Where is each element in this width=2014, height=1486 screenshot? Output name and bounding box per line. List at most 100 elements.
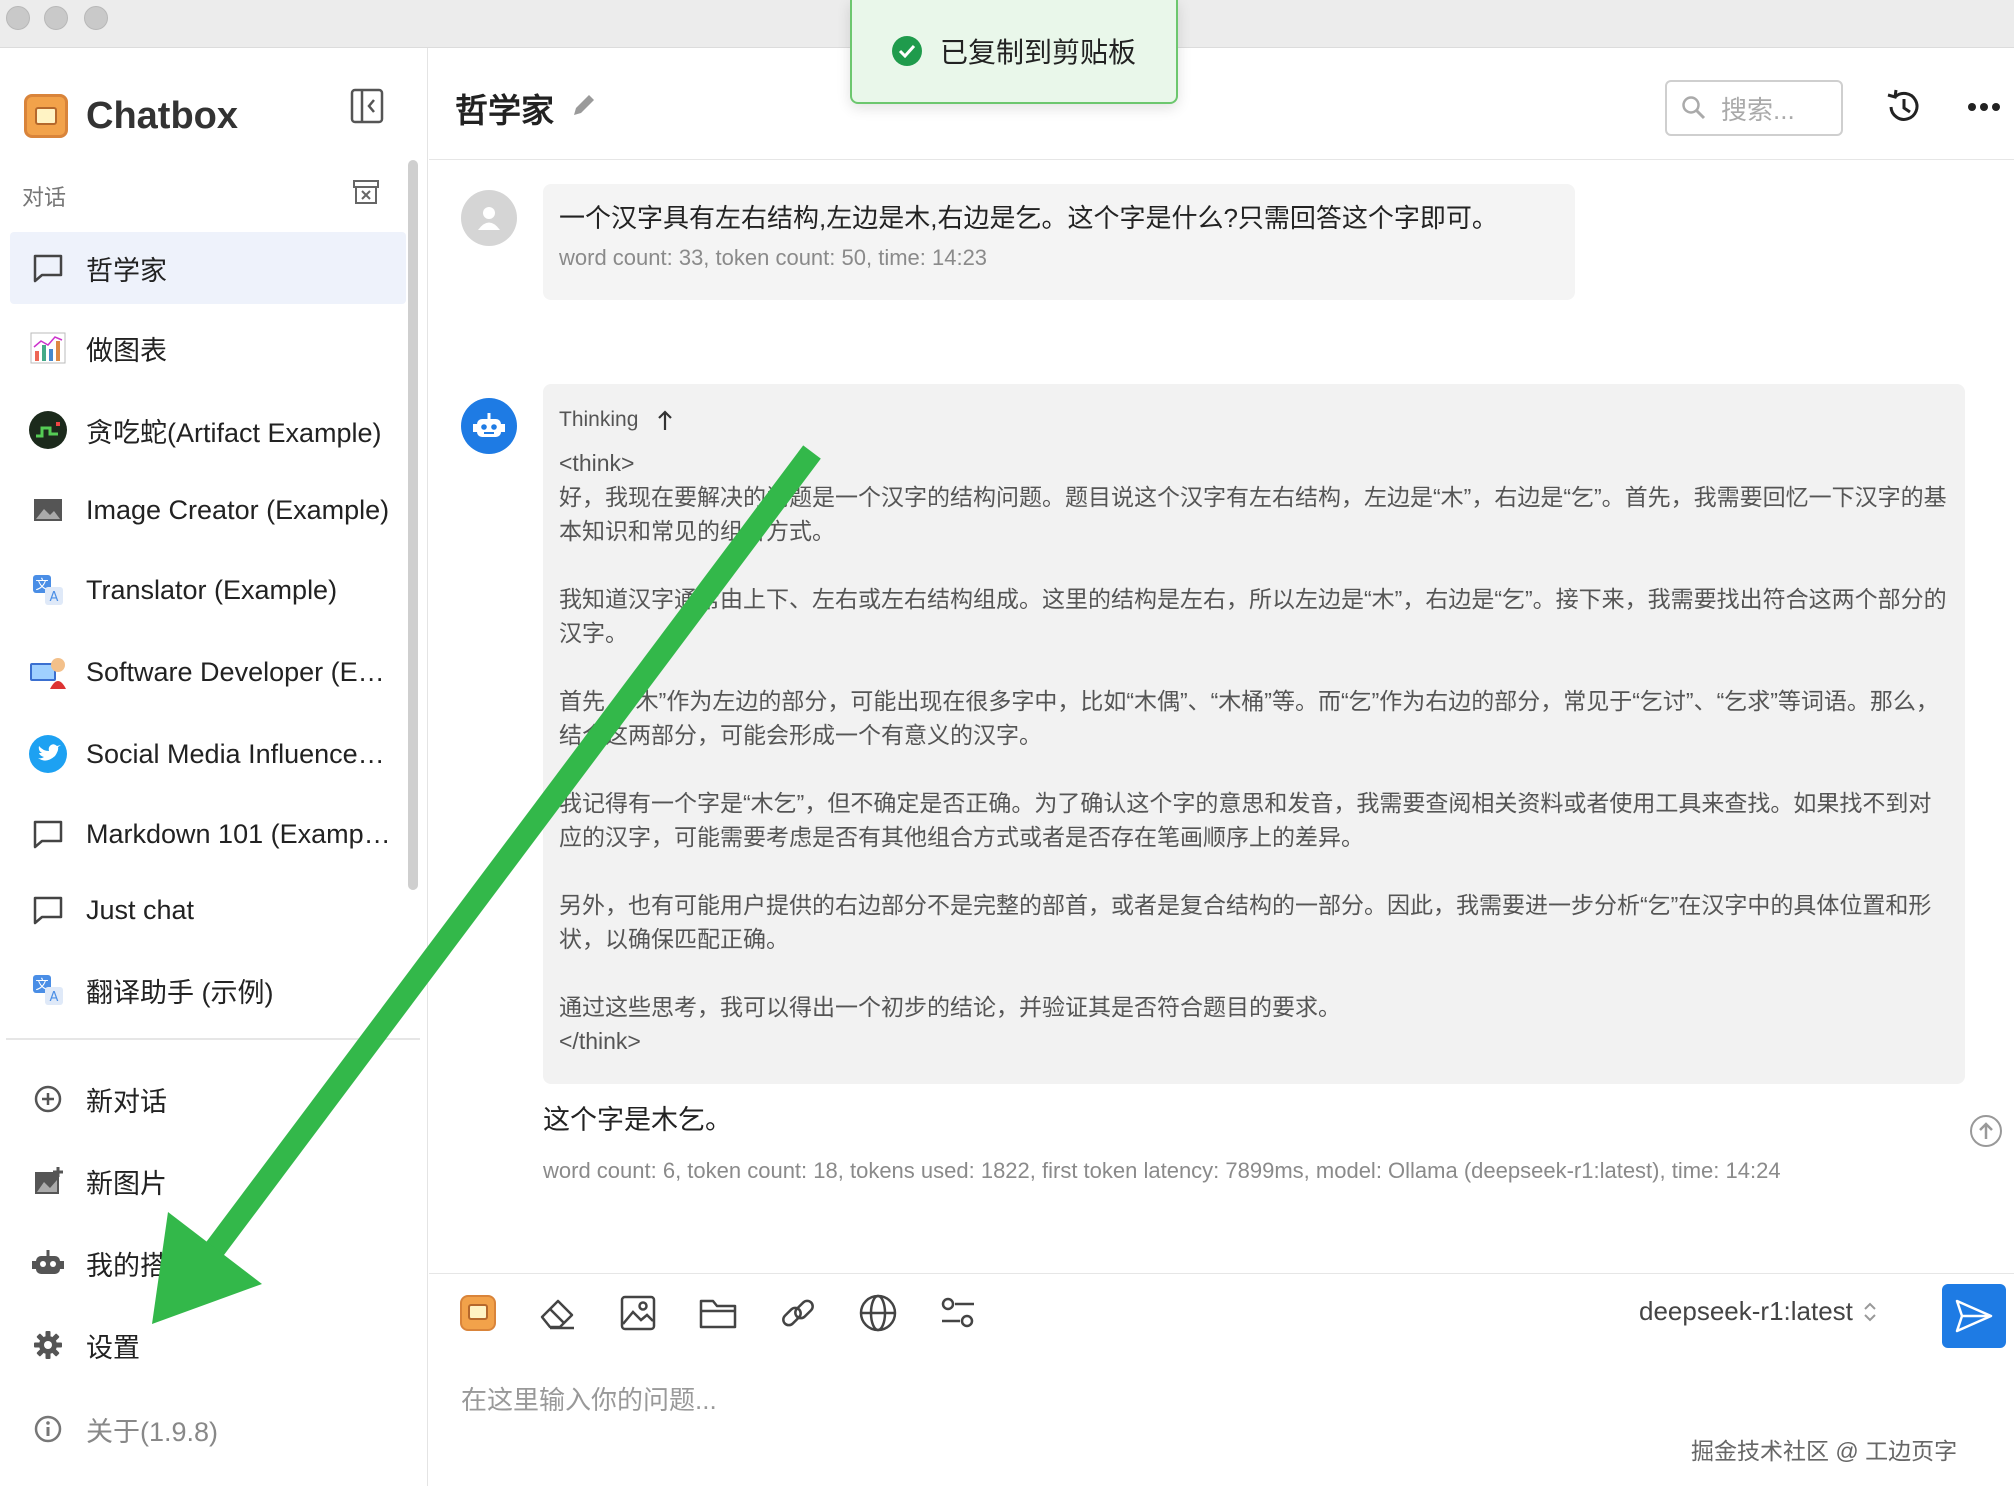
think-paragraph: 我知道汉字通常由上下、左右或左右结构组成。这里的结构是左右，所以左边是“木”，右… xyxy=(559,586,1947,646)
link-icon[interactable] xyxy=(773,1288,823,1338)
clear-conversations-icon[interactable] xyxy=(352,178,380,206)
search-icon xyxy=(1682,96,1706,120)
conversation-label: 贪吃蛇(Artifact Example) xyxy=(86,417,382,448)
conversation-item-translator[interactable]: 文A Translator (Example) xyxy=(10,554,406,626)
window-close-button[interactable] xyxy=(6,6,30,30)
brand: Chatbox xyxy=(24,86,238,146)
copied-toast: 已复制到剪贴板 xyxy=(850,0,1178,104)
menu-label: 设置 xyxy=(86,1332,140,1363)
conversation-item-translate-assistant[interactable]: 文A 翻译助手 (示例) xyxy=(10,954,406,1026)
conversation-label: Translator (Example) xyxy=(86,574,338,605)
think-paragraph: 首先，“木”作为左边的部分，可能出现在很多字中，比如“木偶”、“木桶”等。而“乞… xyxy=(559,688,1939,748)
sidebar-scrollbar[interactable] xyxy=(408,160,418,890)
window-zoom-button[interactable] xyxy=(84,6,108,30)
scroll-to-top-icon[interactable] xyxy=(1969,1114,2003,1148)
menu-label: 新对话 xyxy=(86,1086,167,1117)
conversation-item-snake[interactable]: 贪吃蛇(Artifact Example) xyxy=(10,394,406,466)
think-paragraph: 通过这些思考，我可以得出一个初步的结论，并验证其是否符合题目的要求。 xyxy=(559,994,1341,1020)
conversation-item-image-creator[interactable]: Image Creator (Example) xyxy=(10,474,406,546)
conversation-item-markdown[interactable]: Markdown 101 (Examp… xyxy=(10,798,406,870)
conversation-item-just-chat[interactable]: Just chat xyxy=(10,874,406,946)
add-image-icon xyxy=(28,1161,68,1201)
image-icon[interactable] xyxy=(613,1288,663,1338)
chat-title: 哲学家 xyxy=(455,92,554,129)
send-button[interactable] xyxy=(1942,1284,2006,1348)
conversation-item-philosopher[interactable]: 哲学家 xyxy=(10,232,406,304)
conversation-item-social-media[interactable]: Social Media Influence… xyxy=(10,718,406,790)
chat-bubble-icon xyxy=(28,814,68,854)
menu-label: 新图片 xyxy=(86,1168,167,1199)
svg-text:A: A xyxy=(50,590,59,605)
user-avatar xyxy=(461,190,517,246)
my-copilots-button[interactable]: 我的搭档 xyxy=(10,1228,406,1298)
person-icon xyxy=(478,207,500,230)
chart-icon xyxy=(28,328,68,368)
sidebar: Chatbox 对话 哲学家 做图表 贪吃蛇(Artifact Example) xyxy=(0,48,428,1486)
new-image-button[interactable]: 新图片 xyxy=(10,1146,406,1216)
history-icon[interactable] xyxy=(1883,86,1925,128)
send-icon xyxy=(1955,1299,1993,1333)
think-open-tag: <think> xyxy=(559,450,635,476)
conversation-label: 做图表 xyxy=(86,335,167,366)
message-input[interactable]: 在这里输入你的问题... xyxy=(461,1380,717,1417)
think-paragraph: 我记得有一个字是“木乞”，但不确定是否正确。为了确认这个字的意思和发音，我需要查… xyxy=(559,790,1932,850)
gear-icon xyxy=(28,1325,68,1365)
menu-label: 我的搭档 xyxy=(86,1250,194,1281)
search-placeholder: 搜索... xyxy=(1721,94,1795,125)
chat-bubble-icon xyxy=(28,248,68,288)
menu-label: 关于(1.9.8) xyxy=(86,1416,219,1447)
chat-header: 哲学家 搜索... xyxy=(429,48,2014,160)
folder-icon[interactable] xyxy=(693,1288,743,1338)
translate-icon: 文A xyxy=(28,570,68,610)
user-message[interactable]: 一个汉字具有左右结构,左边是木,右边是乞。这个字是什么?只需回答这个字即可。 w… xyxy=(543,184,1575,300)
section-label-conversations: 对话 xyxy=(22,185,67,210)
collapse-sidebar-icon[interactable] xyxy=(350,88,384,124)
plus-circle-icon xyxy=(28,1079,68,1119)
conversation-label: 哲学家 xyxy=(86,255,167,286)
eraser-icon[interactable] xyxy=(533,1288,583,1338)
assistant-avatar xyxy=(461,398,517,454)
thinking-toggle[interactable]: Thinking xyxy=(559,398,1949,442)
new-chat-button[interactable]: 新对话 xyxy=(10,1064,406,1134)
conversation-label: 翻译助手 (示例) xyxy=(86,977,274,1008)
edit-title-icon[interactable] xyxy=(569,90,599,120)
robot-icon xyxy=(473,413,505,437)
user-message-text: 一个汉字具有左右结构,左边是木,右边是乞。这个字是什么?只需回答这个字即可。 xyxy=(559,203,1498,233)
conversation-label: Image Creator (Example) xyxy=(86,494,390,525)
settings-button[interactable]: 设置 xyxy=(10,1310,406,1380)
updown-chevron-icon xyxy=(1864,1302,1876,1321)
translate-icon: 文A xyxy=(28,970,68,1010)
conversation-item-software-developer[interactable]: Software Developer (E… xyxy=(10,636,406,708)
about-button[interactable]: 关于(1.9.8) xyxy=(10,1394,406,1464)
search-input[interactable]: 搜索... xyxy=(1665,80,1843,136)
model-selector[interactable]: deepseek-r1:latest xyxy=(1639,1296,1879,1327)
thinking-label: Thinking xyxy=(559,408,639,431)
info-icon xyxy=(28,1409,68,1449)
model-name: deepseek-r1:latest xyxy=(1639,1296,1853,1326)
watermark: 掘金技术社区 @ 工边页字 xyxy=(1691,1438,1958,1464)
assistant-answer[interactable]: 这个字是木乞。 xyxy=(543,1098,732,1137)
chatbox-logo-icon[interactable] xyxy=(453,1288,503,1338)
conversation-label: Just chat xyxy=(86,894,195,925)
more-options-icon[interactable] xyxy=(1967,100,2001,114)
chat-bubble-icon xyxy=(28,890,68,930)
twitter-bird-icon xyxy=(28,734,68,774)
think-paragraph: 好，我现在要解决的问题是一个汉字的结构问题。题目说这个汉字有左右结构，左边是“木… xyxy=(559,484,1947,544)
composer: deepseek-r1:latest 在这里输入你的问题... 掘金技术社区 @… xyxy=(429,1273,2014,1486)
user-message-meta: word count: 33, token count: 50, time: 1… xyxy=(559,245,988,270)
assistant-message-meta: word count: 6, token count: 18, tokens u… xyxy=(543,1158,1781,1183)
svg-text:A: A xyxy=(50,990,59,1005)
conversation-label: Social Media Influence… xyxy=(86,738,385,769)
arrow-up-icon xyxy=(658,410,673,430)
toast-text: 已复制到剪贴板 xyxy=(939,37,1136,68)
conversation-label: Software Developer (E… xyxy=(86,656,385,687)
think-paragraph: 另外，也有可能用户提供的右边部分不是完整的部首，或者是复合结构的一部分。因此，我… xyxy=(559,892,1932,952)
sidebar-divider xyxy=(6,1038,420,1040)
conversation-item-chart[interactable]: 做图表 xyxy=(10,312,406,384)
check-circle-icon xyxy=(891,36,922,66)
app-name: Chatbox xyxy=(86,94,238,137)
settings-sliders-icon[interactable] xyxy=(933,1288,983,1338)
thinking-content: <think> 好，我现在要解决的问题是一个汉字的结构问题。题目说这个汉字有左右… xyxy=(559,446,1949,1058)
window-minimize-button[interactable] xyxy=(44,6,68,30)
globe-icon[interactable] xyxy=(853,1288,903,1338)
